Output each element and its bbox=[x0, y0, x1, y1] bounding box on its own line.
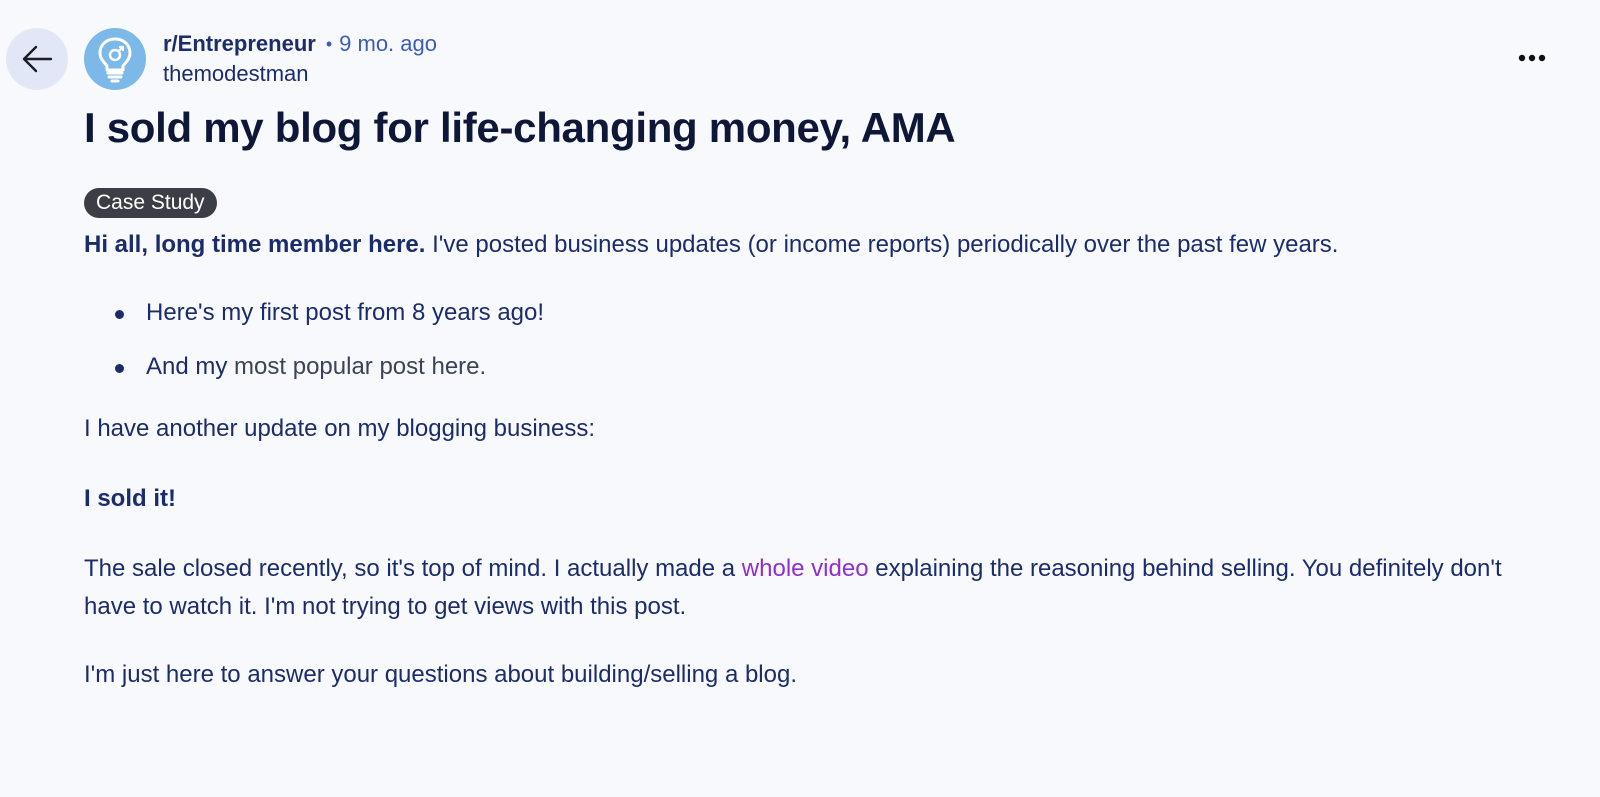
popular-post-text: most popular post here. bbox=[227, 353, 487, 380]
closing-paragraph: I'm just here to answer your questions a… bbox=[84, 661, 798, 688]
list-item: Here's my first post from 8 years ago! bbox=[115, 294, 1554, 332]
update-paragraph: I have another update on my blogging bus… bbox=[84, 415, 596, 442]
list-item-text: Here's my first post from 8 years ago! bbox=[146, 299, 545, 326]
post-page: r/Entrepreneur • 9 mo. ago themodestman … bbox=[0, 0, 1600, 797]
post-flair[interactable]: Case Study bbox=[84, 188, 217, 218]
subreddit-link[interactable]: r/Entrepreneur bbox=[163, 31, 316, 57]
list-item: And my most popular post here. bbox=[115, 348, 1554, 386]
meta-separator: • bbox=[325, 33, 333, 54]
whole-video-link[interactable]: whole video bbox=[742, 555, 869, 582]
intro-paragraph: Hi all, long time member here. I've post… bbox=[84, 226, 1554, 264]
bullet-list: Here's my first post from 8 years ago! A… bbox=[84, 294, 1554, 386]
meta-line: r/Entrepreneur • 9 mo. ago bbox=[163, 30, 437, 58]
sale-paragraph: The sale closed recently, so it's top of… bbox=[84, 550, 1554, 626]
more-options-button[interactable] bbox=[1516, 44, 1548, 72]
post-title: I sold my blog for life-changing money, … bbox=[84, 104, 956, 151]
post-body: Hi all, long time member here. I've post… bbox=[84, 226, 1554, 694]
post-time: 9 mo. ago bbox=[339, 31, 437, 56]
intro-bold-text: Hi all, long time member here. bbox=[84, 231, 426, 258]
post-meta: r/Entrepreneur • 9 mo. ago themodestman bbox=[163, 30, 437, 87]
arrow-left-icon bbox=[22, 45, 53, 73]
back-button[interactable] bbox=[6, 28, 68, 90]
subreddit-avatar[interactable] bbox=[84, 28, 146, 90]
ellipsis-icon bbox=[1518, 54, 1546, 62]
intro-text: I've posted business updates (or income … bbox=[425, 231, 1339, 258]
lightbulb-icon bbox=[98, 37, 132, 83]
author-link[interactable]: themodestman bbox=[163, 61, 437, 87]
sale-text-before: The sale closed recently, so it's top of… bbox=[84, 555, 742, 582]
list-item-text: And my bbox=[146, 353, 228, 380]
sold-paragraph: I sold it! bbox=[84, 485, 176, 512]
